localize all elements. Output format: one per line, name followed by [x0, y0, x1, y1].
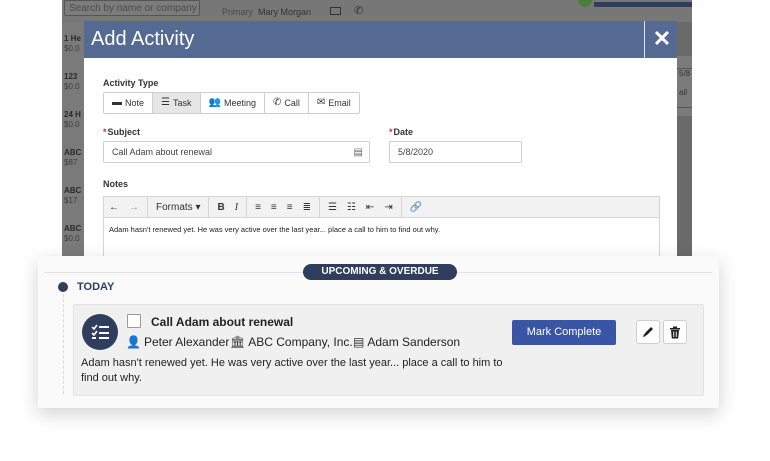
background-right-snippet: 5/8 ail — [676, 68, 692, 108]
type-note-label: Note — [125, 98, 145, 108]
timeline-dot — [58, 282, 68, 292]
activity-notes: Adam hasn't renewed yet. He was very act… — [81, 357, 503, 384]
link-icon[interactable]: 🔗 — [405, 197, 427, 217]
background-list-item[interactable]: 24 H $0.0 — [64, 110, 84, 130]
type-call-label: Call — [284, 98, 300, 108]
notes-label: Notes — [103, 179, 129, 189]
type-meeting-label: Meeting — [223, 98, 256, 108]
background-list-item[interactable]: 123 $0.0 — [64, 72, 84, 92]
editor-toolbar: ← → Formats ▾ B I ≡ ≡ ≡ ≣ ☰ ☷ ⇤ ⇥ 🔗 — [103, 196, 660, 218]
mark-complete-button[interactable]: Mark Complete — [512, 320, 616, 345]
background-list-item[interactable]: 1 He $0.0 — [64, 34, 84, 54]
contact-card-icon[interactable]: ▤ — [354, 147, 363, 158]
modal-header-divider — [644, 21, 645, 58]
type-email-button[interactable]: ✉ Email — [309, 93, 359, 113]
subject-value: Call Adam about renewal — [112, 147, 213, 157]
align-left-icon[interactable]: ≡ — [250, 197, 266, 217]
background-nav-bar — [594, 2, 692, 7]
type-call-button[interactable]: ✆ Call — [265, 93, 309, 113]
task-list-icon — [82, 314, 118, 350]
type-meeting-button[interactable]: 👥 Meeting — [201, 93, 265, 113]
background-list-item[interactable]: ABC $87 — [64, 148, 84, 168]
align-center-icon[interactable]: ≡ — [266, 197, 282, 217]
activity-type-selector: ▬ Note ☰ Task 👥 Meeting ✆ Call ✉ Email — [103, 92, 360, 114]
date-label: *Date — [389, 127, 414, 137]
formats-dropdown[interactable]: Formats ▾ — [151, 197, 205, 217]
add-activity-modal: Add Activity ✕ Activity Type ▬ Note ☰ Ta… — [84, 21, 677, 262]
undo-icon[interactable]: ← — [104, 197, 124, 217]
activity-contact[interactable]: ▤ Adam Sanderson — [353, 335, 460, 349]
activity-owner-name: Peter Alexander — [143, 335, 230, 349]
bold-button[interactable]: B — [212, 197, 229, 217]
activity-company[interactable]: 🏛 ABC Company, Inc. — [230, 335, 353, 349]
redo-icon[interactable]: → — [124, 197, 144, 217]
delete-button[interactable] — [663, 320, 687, 344]
italic-button[interactable]: I — [230, 197, 243, 217]
task-list-icon: ☰ — [161, 97, 170, 108]
activity-title[interactable]: Call Adam about renewal — [151, 315, 293, 329]
people-icon: 👥 — [208, 97, 221, 108]
note-icon: ▬ — [112, 97, 122, 108]
background-search-input[interactable]: Search by name or company — [64, 0, 200, 16]
envelope-icon: ✉ — [316, 97, 326, 108]
modal-header: Add Activity ✕ — [84, 21, 677, 58]
subject-label: *Subject — [103, 127, 141, 137]
activity-contact-name: Adam Sanderson — [367, 335, 461, 349]
date-value: 5/8/2020 — [398, 147, 434, 157]
background-list-item[interactable]: ABC $0.0 — [64, 224, 84, 244]
activity-type-label: Activity Type — [103, 78, 159, 88]
toolbar-divider — [147, 197, 148, 217]
today-label: TODAY — [77, 281, 115, 293]
align-right-icon[interactable]: ≡ — [282, 197, 298, 217]
background-phone-icon[interactable]: ✆ — [354, 4, 363, 17]
type-task-label: Task — [172, 98, 192, 108]
background-primary-name: Mary Morgan — [258, 7, 312, 17]
required-marker: * — [103, 127, 107, 137]
type-task-button[interactable]: ☰ Task — [153, 93, 201, 113]
screenshot-stage: Search by name or company Primary Mary M… — [0, 0, 770, 461]
numbered-list-icon[interactable]: ☷ — [342, 197, 361, 217]
indent-icon[interactable]: ⇥ — [379, 197, 397, 217]
background-mail-icon[interactable] — [330, 7, 341, 15]
modal-title: Add Activity — [91, 28, 195, 50]
type-note-button[interactable]: ▬ Note — [104, 93, 154, 113]
upcoming-overdue-badge: UPCOMING & OVERDUE — [303, 264, 457, 280]
user-icon: 👤 — [126, 335, 141, 349]
outdent-icon[interactable]: ⇤ — [361, 197, 379, 217]
activity-owner[interactable]: 👤 Peter Alexander — [126, 335, 229, 349]
toolbar-divider — [318, 197, 320, 217]
toolbar-divider — [246, 197, 248, 217]
bullet-list-icon[interactable]: ☰ — [323, 197, 342, 217]
subject-input[interactable]: Call Adam about renewal ▤ — [103, 141, 370, 163]
toolbar-divider — [208, 197, 210, 217]
edit-button[interactable] — [636, 320, 660, 344]
date-input[interactable]: 5/8/2020 — [389, 141, 522, 163]
notes-editor-text: Adam hasn't renewed yet. He was very act… — [109, 225, 441, 234]
activity-company-name: ABC Company, Inc. — [248, 335, 353, 349]
timeline-line — [63, 294, 64, 394]
align-justify-icon[interactable]: ≣ — [298, 197, 316, 217]
background-primary-label: Primary — [222, 7, 253, 17]
close-icon[interactable]: ✕ — [651, 25, 673, 53]
pencil-icon — [643, 327, 653, 337]
trash-icon — [670, 326, 680, 338]
contact-card-icon: ▤ — [353, 335, 365, 349]
toolbar-divider — [400, 197, 402, 217]
type-email-label: Email — [328, 98, 351, 108]
background-list-item[interactable]: ABC $17 — [64, 186, 84, 206]
building-icon: 🏛 — [230, 335, 246, 349]
complete-checkbox[interactable] — [127, 314, 141, 328]
phone-icon: ✆ — [272, 97, 282, 108]
required-marker: * — [389, 127, 393, 137]
